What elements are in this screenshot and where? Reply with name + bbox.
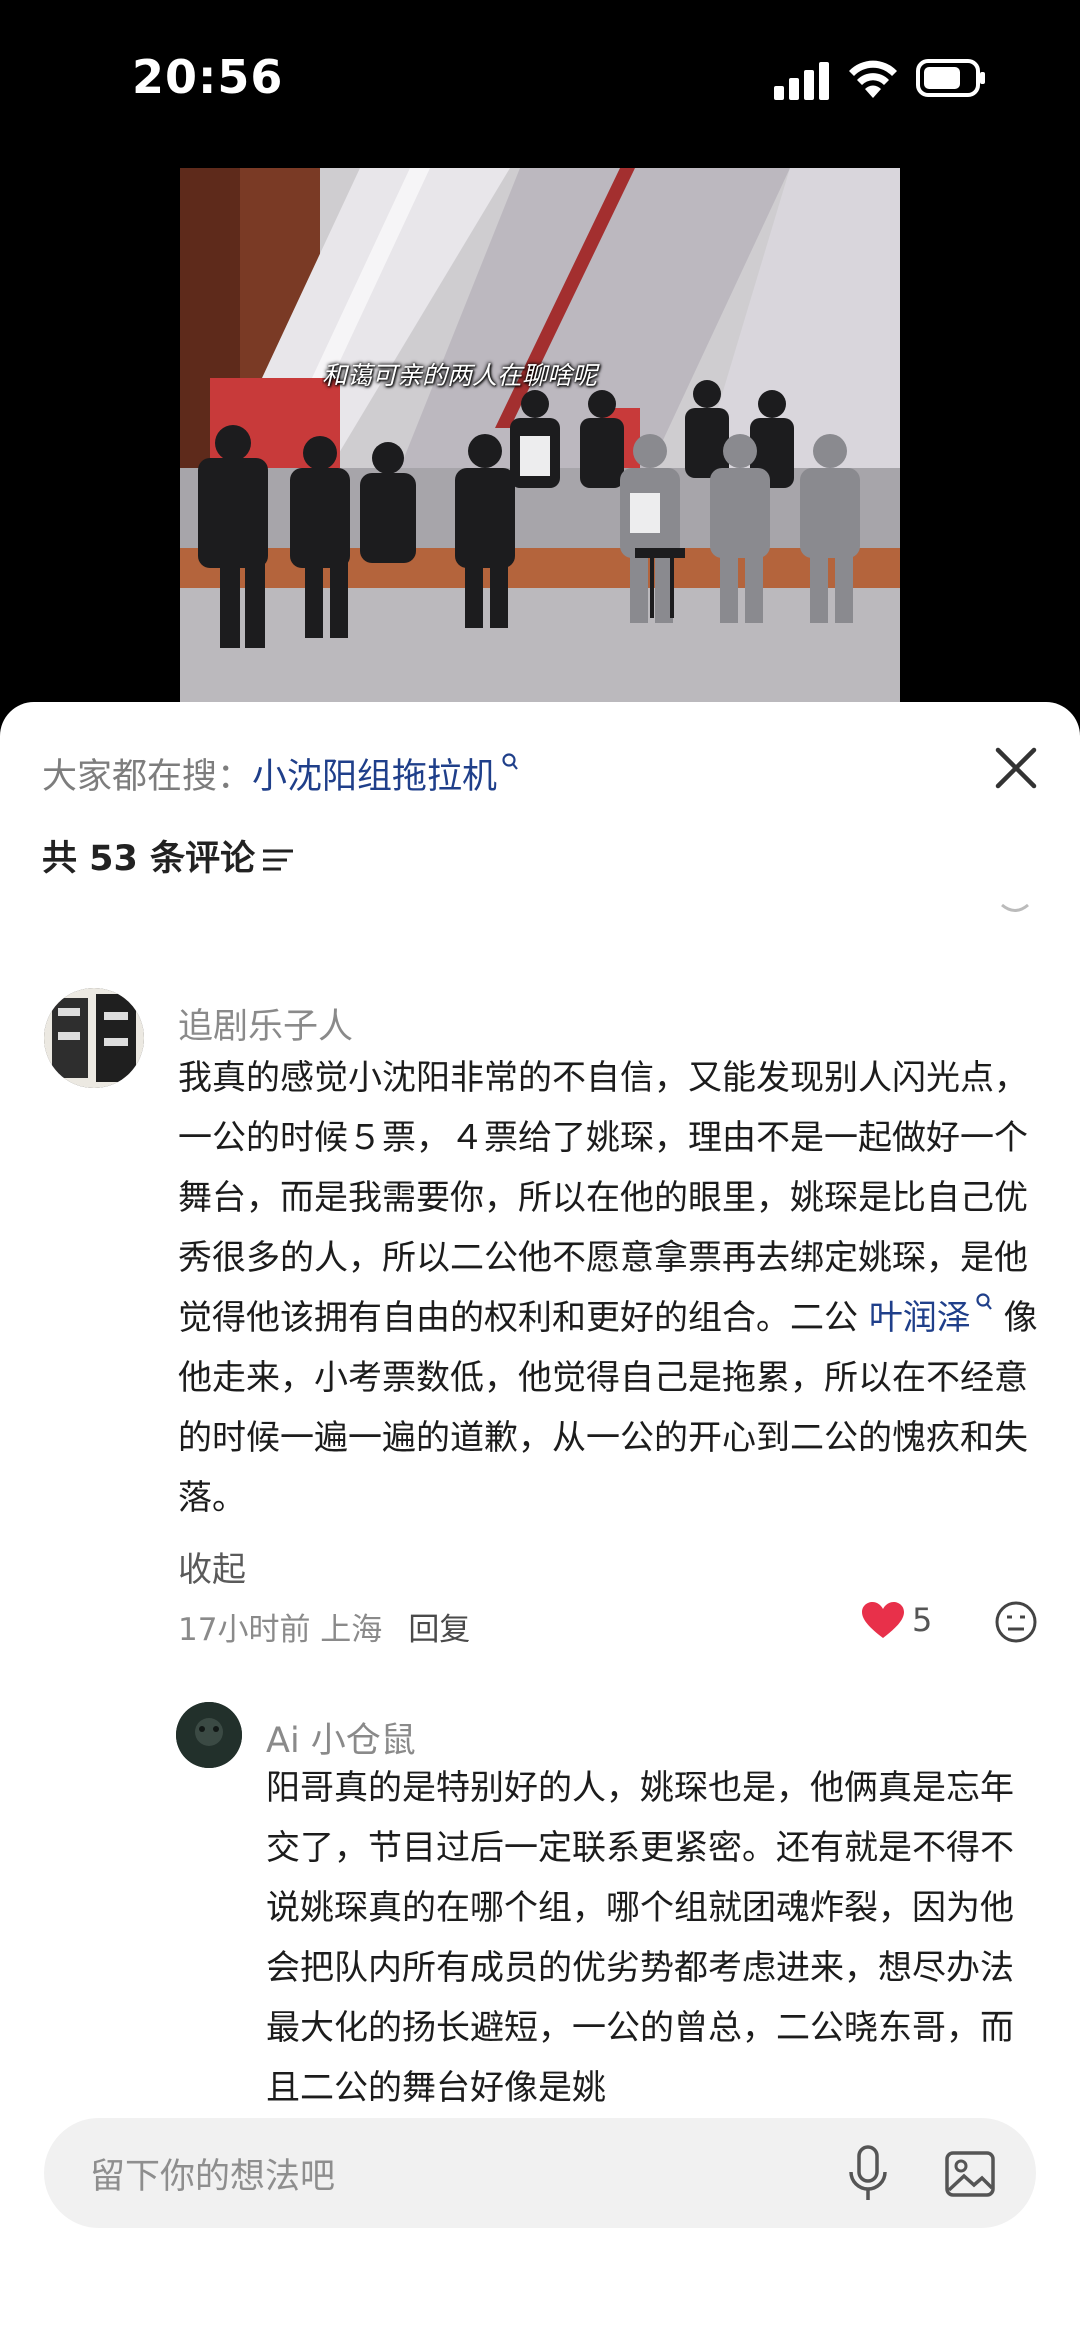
search-icon bbox=[502, 753, 518, 770]
comment-count-label: 共 53 条评论 bbox=[42, 839, 256, 879]
mic-icon[interactable] bbox=[846, 2144, 890, 2204]
wifi-icon bbox=[849, 60, 897, 98]
scroll-hint-icon bbox=[1001, 903, 1029, 912]
trending-search-prefix: 大家都在搜： bbox=[42, 757, 253, 797]
reply-text: 阳哥真的是特别好的人，姚琛也是，他俩真是忘年交了，节目过后一定联系更紧密。还有就… bbox=[266, 1768, 1014, 2108]
battery-icon bbox=[916, 59, 985, 97]
reply-button[interactable]: 回复 bbox=[408, 1612, 470, 1648]
video-frame bbox=[180, 168, 900, 702]
avatar[interactable] bbox=[44, 988, 144, 1088]
image-icon[interactable] bbox=[944, 2148, 996, 2200]
status-bar: 20:56 bbox=[0, 0, 1080, 160]
video-caption: 和蔼可亲的两人在聊啥呢 bbox=[322, 361, 598, 390]
search-icon bbox=[976, 1293, 992, 1310]
trending-search-link[interactable]: 小沈阳组拖拉机 bbox=[252, 753, 519, 797]
mention-name: 叶润泽 bbox=[868, 1298, 971, 1338]
comment-sheet: 大家都在搜：小沈阳组拖拉机 共 53 条评论 追剧乐子人 我真的感觉小沈阳非常的… bbox=[0, 702, 1080, 2341]
comment-text-part1: 我真的感觉小沈阳非常的不自信，又能发现别人闪光点，一公的时候５票，４票给了姚琛，… bbox=[178, 1058, 1028, 1338]
heart-icon bbox=[862, 1602, 904, 1638]
filter-icon[interactable] bbox=[261, 845, 295, 875]
comment-username[interactable]: 追剧乐子人 bbox=[178, 998, 353, 1049]
comment-text: 我真的感觉小沈阳非常的不自信，又能发现别人闪光点，一公的时候５票，４票给了姚琛，… bbox=[178, 1048, 1038, 1528]
comment-input-placeholder: 留下你的想法吧 bbox=[90, 2157, 336, 2197]
like-count: 5 bbox=[912, 1601, 933, 1639]
comment-meta: 17小时前 上海 回复 bbox=[178, 1604, 470, 1649]
comment-time-location: 17小时前 上海 bbox=[178, 1612, 383, 1648]
avatar-image bbox=[176, 1702, 242, 1768]
comment-input[interactable]: 留下你的想法吧 bbox=[44, 2118, 1036, 2228]
close-icon[interactable] bbox=[990, 742, 1042, 794]
signal-icon bbox=[774, 62, 829, 100]
trending-search-term: 小沈阳组拖拉机 bbox=[252, 757, 498, 797]
comment-meta-row: 17小时前 上海 回复 5 bbox=[0, 1600, 1080, 1660]
trending-search: 大家都在搜：小沈阳组拖拉机 bbox=[42, 748, 519, 799]
collapse-button[interactable]: 收起 bbox=[178, 1542, 246, 1591]
avatar[interactable] bbox=[176, 1702, 242, 1768]
avatar-image bbox=[44, 988, 144, 1088]
comment-count: 共 53 条评论 bbox=[42, 830, 295, 881]
reply-item: Ai 小仓鼠 bbox=[0, 1702, 1080, 1768]
video-player[interactable]: 和蔼可亲的两人在聊啥呢 bbox=[180, 168, 900, 702]
like-button[interactable]: 5 bbox=[860, 1600, 932, 1650]
emoji-reaction-icon[interactable] bbox=[994, 1600, 1038, 1644]
mention-link[interactable]: 叶润泽 bbox=[868, 1293, 993, 1338]
status-time: 20:56 bbox=[132, 50, 284, 104]
reply-username[interactable]: Ai 小仓鼠 bbox=[266, 1712, 416, 1763]
